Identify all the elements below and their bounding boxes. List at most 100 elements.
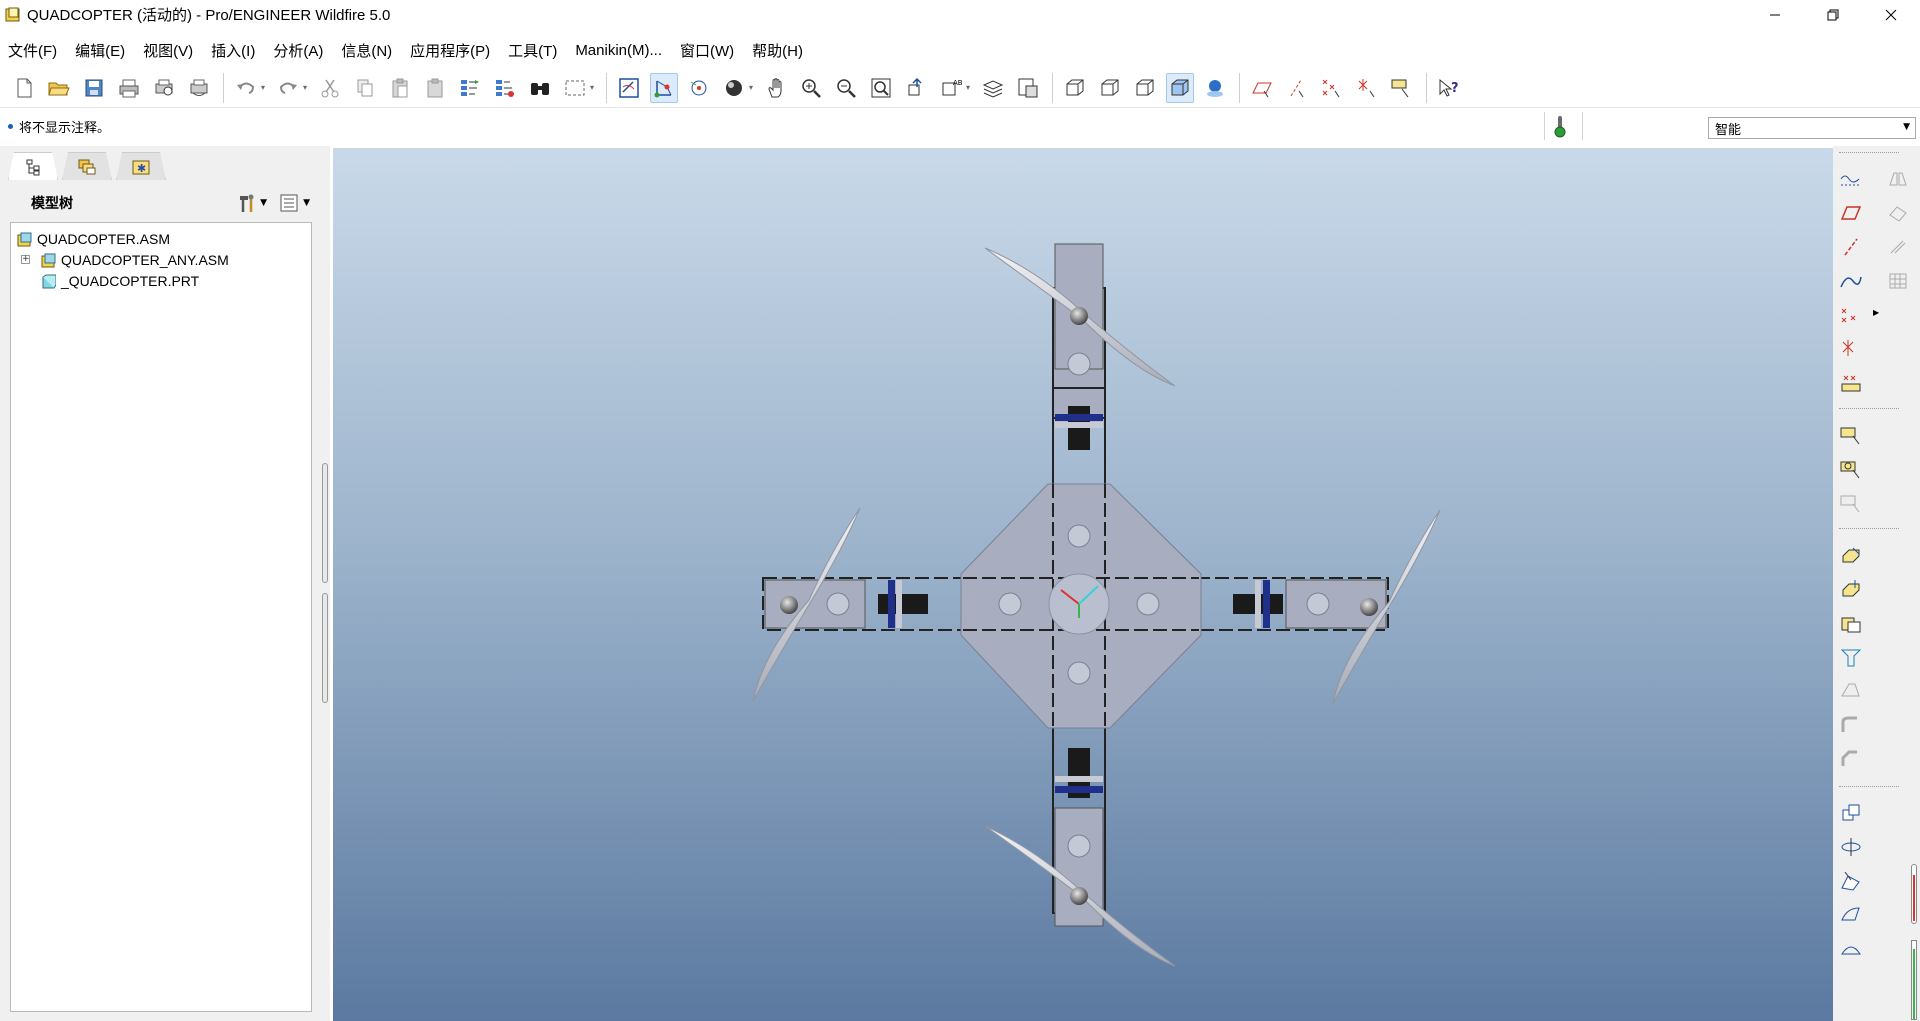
menu-window[interactable]: 窗口(W) <box>680 40 734 61</box>
menu-help[interactable]: 帮助(H) <box>752 40 803 61</box>
datum-point-icon[interactable] <box>1838 302 1864 328</box>
offset-icon[interactable] <box>1885 234 1911 260</box>
context-help-icon[interactable]: ? <box>1435 73 1463 103</box>
copy-icon[interactable] <box>351 73 379 103</box>
pattern-icon[interactable] <box>1838 834 1864 860</box>
saved-views-dropdown-icon[interactable]: ▾ <box>966 73 973 103</box>
selection-filter-select[interactable]: 智能 ▼ <box>1708 117 1916 139</box>
mirror-icon[interactable] <box>1885 166 1911 192</box>
regenerate-manager-icon[interactable] <box>491 73 519 103</box>
sketch-view-icon[interactable] <box>615 73 643 103</box>
wireframe-icon[interactable] <box>1061 73 1089 103</box>
splitter-handle[interactable] <box>322 463 328 583</box>
minimize-button[interactable] <box>1746 0 1804 29</box>
zoom-out-icon[interactable] <box>832 73 860 103</box>
spin-center-icon[interactable] <box>685 73 713 103</box>
reorient-icon[interactable] <box>902 73 930 103</box>
datum-points-icon[interactable] <box>1318 73 1346 103</box>
regeneration-status-icon[interactable] <box>1552 114 1568 138</box>
close-button[interactable] <box>1862 0 1920 29</box>
paste-icon[interactable] <box>386 73 414 103</box>
print-icon[interactable] <box>115 73 143 103</box>
flyout-arrow-icon[interactable]: ▶ <box>1873 308 1879 317</box>
appearance-dropdown-icon[interactable]: ▾ <box>749 73 756 103</box>
enhanced-realism-icon[interactable] <box>1201 73 1229 103</box>
extrude-icon[interactable] <box>1838 542 1864 568</box>
component-create-icon[interactable] <box>1838 456 1864 482</box>
menu-edit[interactable]: 编辑(E) <box>75 40 125 61</box>
sketch-curve-icon[interactable] <box>1838 166 1864 192</box>
layers-icon[interactable] <box>979 73 1007 103</box>
chamfer-icon[interactable] <box>1838 746 1864 772</box>
menu-tools[interactable]: 工具(T) <box>508 40 557 61</box>
open-folder-icon[interactable] <box>45 73 73 103</box>
tree-settings-button[interactable]: ▼ <box>236 192 267 214</box>
menu-manikin[interactable]: Manikin(M)... <box>575 42 662 59</box>
datum-planes-icon[interactable] <box>1248 73 1276 103</box>
expand-toggle-icon[interactable]: + <box>21 255 30 264</box>
analysis-feature-icon[interactable] <box>1838 370 1864 396</box>
graphics-viewport[interactable] <box>333 148 1833 1021</box>
trim-icon[interactable] <box>1885 200 1911 226</box>
tree-item-subassembly[interactable]: QUADCOPTER_ANY.ASM <box>41 249 229 271</box>
component-place-icon[interactable] <box>1838 422 1864 448</box>
blend-icon[interactable] <box>1838 644 1864 670</box>
email-icon[interactable] <box>185 73 213 103</box>
draft-icon[interactable] <box>1838 868 1864 894</box>
menu-file[interactable]: 文件(F) <box>8 40 57 61</box>
annotations-icon[interactable] <box>1388 73 1416 103</box>
appearance-icon[interactable] <box>720 73 748 103</box>
datum-plane-icon[interactable] <box>1838 200 1864 226</box>
datum-display-icon[interactable] <box>650 72 678 103</box>
undo-dropdown-icon[interactable]: ▾ <box>261 73 268 103</box>
redo-icon[interactable] <box>274 73 302 103</box>
shell-icon[interactable] <box>1838 800 1864 826</box>
cut-icon[interactable] <box>316 73 344 103</box>
tree-display-button[interactable]: ▼ <box>279 192 310 214</box>
hidden-line-icon[interactable] <box>1096 73 1124 103</box>
boundary-blend-icon[interactable] <box>1838 936 1864 962</box>
save-icon[interactable] <box>80 73 108 103</box>
menu-info[interactable]: 信息(N) <box>341 40 392 61</box>
shading-icon[interactable] <box>1166 72 1194 103</box>
component-package-icon[interactable] <box>1838 490 1864 516</box>
paste-special-icon[interactable] <box>421 73 449 103</box>
datum-axes-icon[interactable] <box>1283 73 1311 103</box>
regenerate-icon[interactable] <box>456 73 484 103</box>
select-box-icon[interactable] <box>561 73 589 103</box>
round-icon[interactable] <box>1838 712 1864 738</box>
refit-icon[interactable] <box>867 73 895 103</box>
select-dropdown-icon[interactable]: ▾ <box>590 73 597 103</box>
splitter-handle[interactable] <box>322 593 328 703</box>
menu-view[interactable]: 视图(V) <box>143 40 193 61</box>
pan-icon[interactable] <box>762 73 790 103</box>
print-preview-icon[interactable] <box>150 73 178 103</box>
restore-button[interactable] <box>1804 0 1862 29</box>
panel-splitter[interactable] <box>320 318 328 703</box>
new-file-icon[interactable] <box>10 73 38 103</box>
thicken-icon[interactable] <box>1885 268 1911 294</box>
datum-axis-icon[interactable] <box>1838 234 1864 260</box>
view-manager-icon[interactable] <box>1014 73 1042 103</box>
surface-icon[interactable] <box>1838 902 1864 928</box>
tab-favorites[interactable]: ✱ <box>116 152 166 180</box>
tab-folder-browser[interactable] <box>62 152 112 180</box>
coordinate-systems-icon[interactable] <box>1353 73 1381 103</box>
revolve-icon[interactable] <box>1838 576 1864 602</box>
redo-dropdown-icon[interactable]: ▾ <box>303 73 310 103</box>
hole-icon[interactable] <box>1838 678 1864 704</box>
datum-curve-icon[interactable] <box>1838 268 1864 294</box>
no-hidden-icon[interactable] <box>1131 73 1159 103</box>
saved-views-icon[interactable]: AB <box>937 73 965 103</box>
menu-analysis[interactable]: 分析(A) <box>273 40 323 61</box>
menu-applications[interactable]: 应用程序(P) <box>410 40 490 61</box>
tree-item-part[interactable]: _QUADCOPTER.PRT <box>41 270 199 292</box>
sweep-icon[interactable] <box>1838 610 1864 636</box>
tree-item-root[interactable]: QUADCOPTER.ASM <box>17 228 170 250</box>
find-icon[interactable] <box>526 73 554 103</box>
menu-insert[interactable]: 插入(I) <box>211 40 255 61</box>
tab-model-tree[interactable] <box>8 152 58 180</box>
datum-csys-icon[interactable] <box>1838 336 1864 362</box>
zoom-in-icon[interactable] <box>797 73 825 103</box>
undo-icon[interactable] <box>232 73 260 103</box>
